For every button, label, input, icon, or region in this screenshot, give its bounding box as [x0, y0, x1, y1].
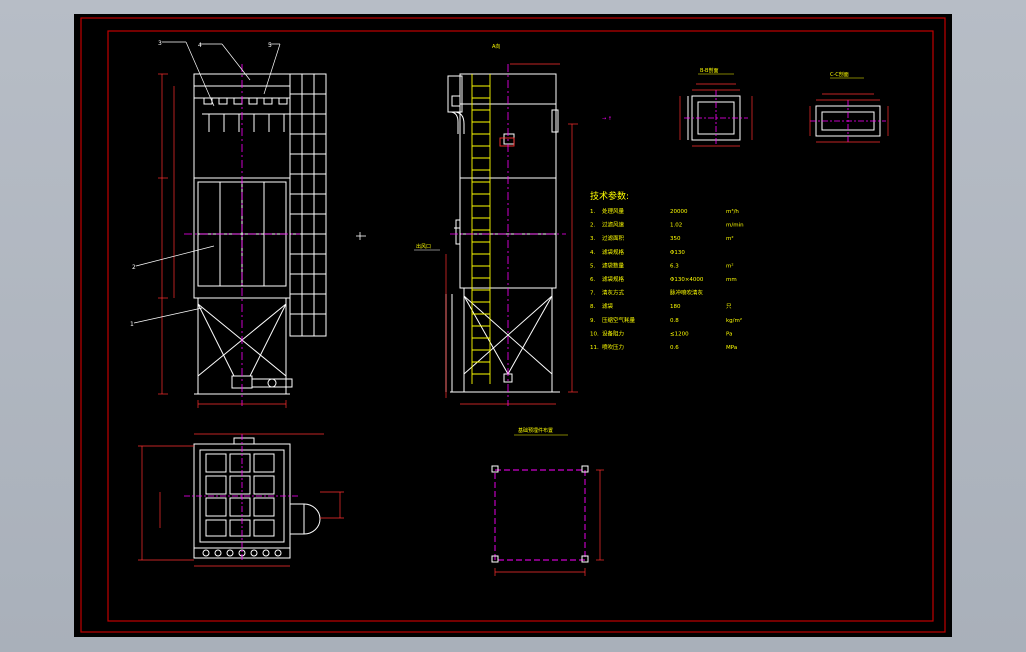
param-unit: m²	[726, 235, 734, 242]
param-name: 过滤面积	[602, 234, 625, 242]
cad-viewport[interactable]: 3 4 5 2 1 A向 出风口 → ↑ B-B剖面 C-C剖面 技术参数: 1…	[74, 14, 952, 637]
param-value: Φ130×4000	[670, 277, 704, 283]
param-value: Φ130	[670, 250, 685, 256]
param-name: 处理风量	[602, 207, 625, 215]
param-name: 滤袋规格	[602, 275, 625, 283]
param-value: 0.6	[670, 345, 679, 351]
cad-drawing: 3 4 5 2 1 A向 出风口 → ↑ B-B剖面 C-C剖面 技术参数: 1…	[80, 17, 946, 633]
param-unit: kg/m²	[726, 317, 742, 324]
section-c-title: C-C剖面	[830, 71, 849, 78]
param-no: 8.	[590, 304, 595, 310]
foundation-layout	[491, 465, 604, 576]
param-no: 3.	[590, 236, 595, 242]
foundation-title: 基础预埋件布置	[518, 427, 553, 434]
param-no: 1.	[590, 209, 595, 215]
param-unit: 只	[726, 303, 732, 310]
param-no: 9.	[590, 318, 595, 324]
part-label-2: 2	[132, 264, 136, 271]
inner-frame	[107, 30, 934, 622]
param-no: 5.	[590, 263, 595, 269]
front-view-dimensions	[158, 73, 287, 408]
side-view	[445, 73, 560, 393]
param-unit: m/min	[726, 223, 744, 229]
tech-params-heading: 技术参数:	[590, 190, 629, 202]
param-unit: mm	[726, 277, 737, 283]
param-unit: Pa	[726, 331, 732, 337]
param-name: 滤袋数量	[602, 261, 625, 269]
part-label-1: 1	[130, 321, 134, 328]
param-name: 清灰方式	[602, 289, 625, 297]
param-value: 180	[670, 304, 681, 310]
pulse-valves	[203, 97, 288, 105]
param-unit: m³/h	[726, 208, 739, 215]
part-label-5: 5	[268, 42, 272, 49]
flow-arrow-label: → ↑	[602, 116, 612, 122]
param-no: 4.	[590, 250, 595, 256]
side-view-title: A向	[492, 43, 500, 50]
plan-view	[193, 437, 321, 559]
section-b-title: B-B剖面	[700, 67, 719, 74]
param-no: 7.	[590, 291, 595, 297]
param-no: 10.	[590, 331, 599, 337]
part-labels: 3 4 5 2 1	[130, 40, 272, 328]
param-name: 喷吹压力	[602, 343, 624, 351]
param-name: 过滤风速	[602, 221, 625, 229]
param-value: 脉冲喷吹清灰	[670, 289, 704, 297]
part-label-4: 4	[198, 42, 202, 49]
part-label-3: 3	[158, 40, 162, 47]
param-name: 设备阻力	[602, 329, 624, 337]
param-no: 2.	[590, 223, 595, 229]
param-value: 350	[670, 236, 681, 242]
outlet-callout: 出风口	[416, 243, 431, 250]
param-name: 滤袋	[602, 302, 614, 310]
outer-frame	[80, 17, 946, 633]
param-unit: MPa	[726, 345, 737, 351]
param-value: ≤1200	[670, 331, 689, 337]
param-unit: m²	[726, 262, 734, 269]
view-arrow	[356, 232, 366, 240]
param-value: 6.3	[670, 263, 679, 269]
front-view-centerlines	[184, 64, 300, 406]
param-value: 1.02	[670, 223, 682, 229]
param-no: 11.	[590, 345, 599, 351]
param-value: 0.8	[670, 318, 679, 324]
side-view-centerlines	[450, 64, 566, 406]
param-name: 压缩空气耗量	[602, 316, 636, 324]
tech-params: 技术参数: 1. 处理风量 20000 m³/h 2. 过滤风速 1.02 m/min 3. 过滤…	[590, 190, 744, 351]
param-name: 滤袋规格	[602, 248, 625, 256]
param-no: 6.	[590, 277, 595, 283]
param-value: 20000	[670, 209, 688, 215]
